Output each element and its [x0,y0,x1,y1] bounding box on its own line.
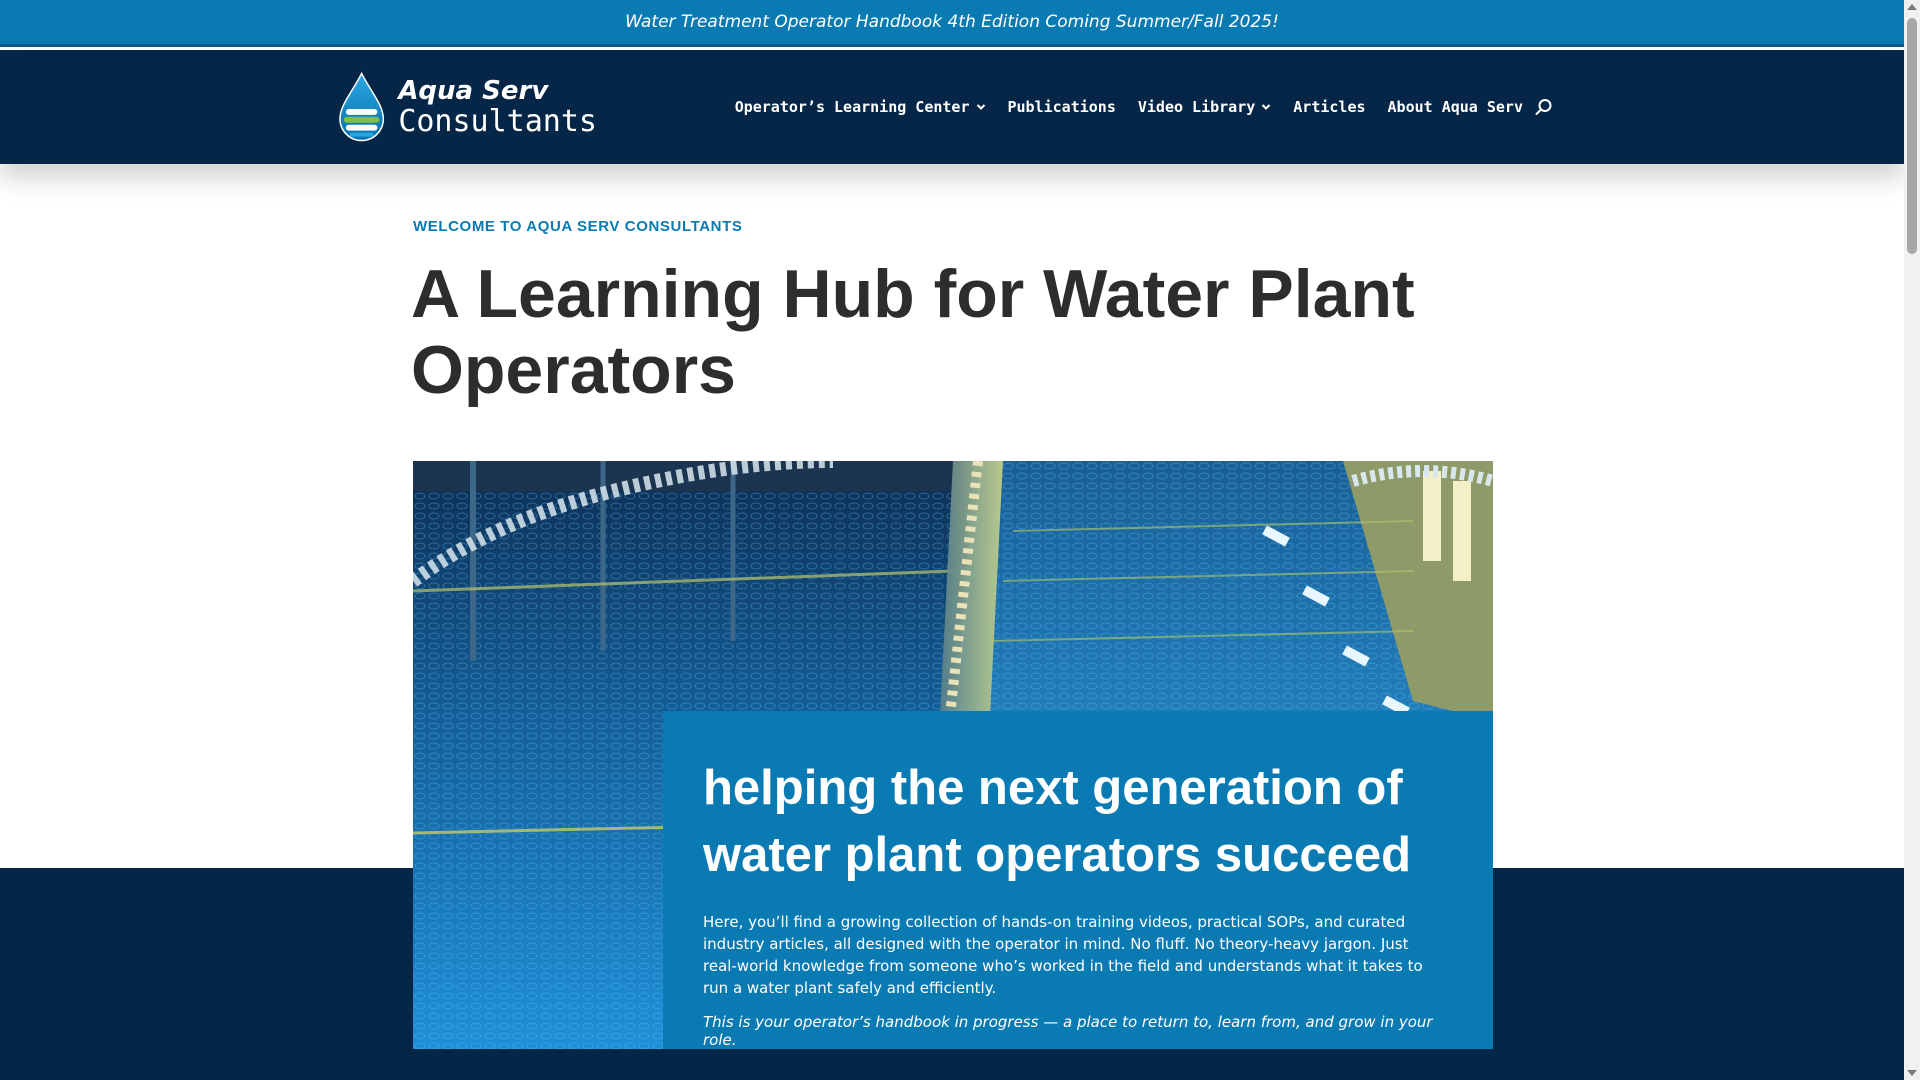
nav-item-label: Publications [1007,98,1116,116]
nav-item-publications[interactable]: Publications [1008,98,1116,116]
water-drop-icon [339,71,385,142]
hero-card-title: helping the next generation of water pla… [703,761,1412,882]
scrollbar-thumb[interactable] [1907,18,1917,254]
announcement-bar[interactable]: Water Treatment Operator Handbook 4th Ed… [0,0,1904,47]
hero-card-body: Here, you’ll find a growing collection o… [703,913,1423,997]
welcome-eyebrow: WELCOME TO AQUA SERV CONSULTANTS [413,218,743,235]
nav-item-video-library[interactable]: Video Library [1138,98,1271,116]
page-title: A Learning Hub for Water Plant Operators [411,256,1415,408]
hero-card: helping the next generation of water pla… [663,711,1493,1049]
page-scrollbar[interactable] [1904,0,1920,1080]
nav-item-label: Operator’s Learning Center [734,98,970,116]
nav-item-learning-center[interactable]: Operator’s Learning Center [735,98,986,116]
logo-text: Aqua Serv Consultants [398,78,597,137]
site-logo[interactable]: Aqua Serv Consultants [337,70,597,144]
chevron-down-icon [1262,104,1271,110]
hero-card-tagline: This is your operator’s handbook in prog… [703,1013,1433,1049]
nav-item-articles[interactable]: Articles [1293,98,1365,116]
site-header: Aqua Serv Consultants Operator’s Learnin… [0,50,1904,164]
main-nav: Operator’s Learning Center Publications … [713,50,1553,164]
nav-item-label: Articles [1293,98,1366,116]
nav-item-about[interactable]: About Aqua Serv [1388,98,1523,116]
nav-item-label: About Aqua Serv [1387,98,1523,116]
chevron-down-icon [976,104,985,110]
logo-line-2: Consultants [398,103,597,139]
search-icon[interactable] [1535,98,1553,116]
logo-line-1: Aqua Serv [398,75,549,106]
scroll-up-icon[interactable] [1907,4,1917,10]
scroll-down-icon[interactable] [1907,1070,1917,1076]
announcement-text[interactable]: Water Treatment Operator Handbook 4th Ed… [625,12,1279,32]
nav-item-label: Video Library [1137,98,1256,116]
